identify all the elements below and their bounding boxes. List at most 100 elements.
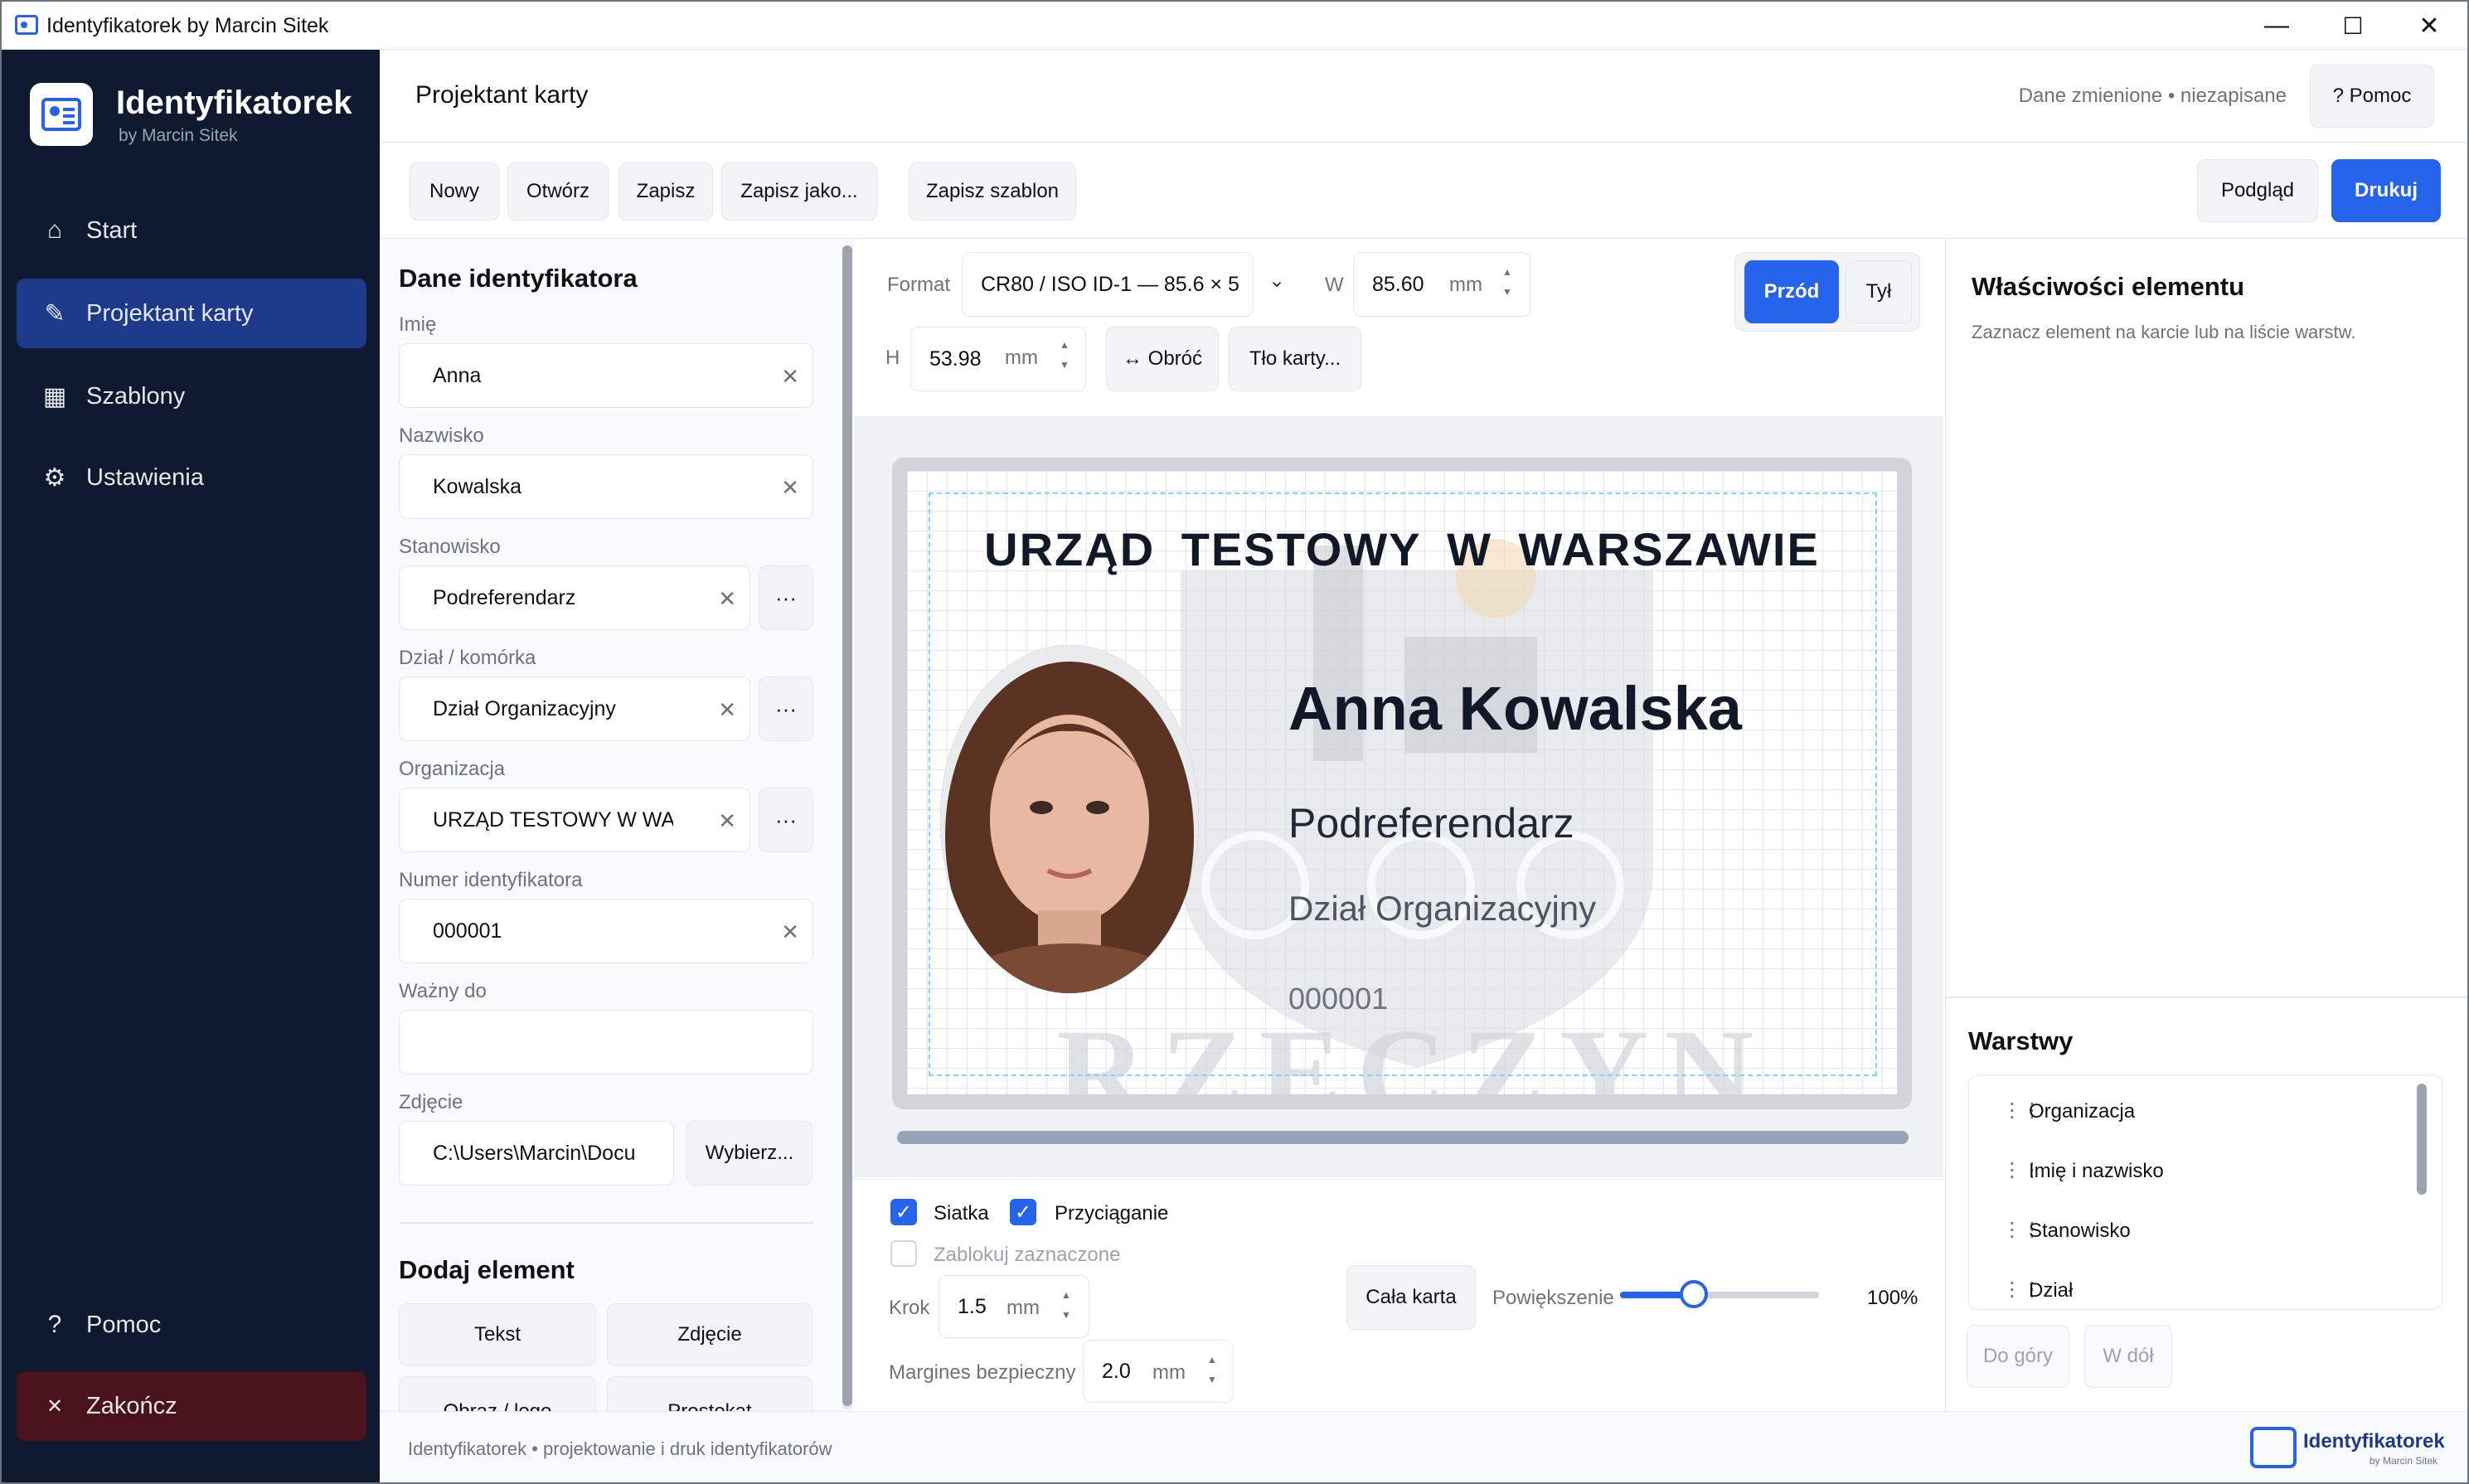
save-template-button[interactable]: Zapisz szablon xyxy=(909,162,1076,221)
lock-checkbox[interactable] xyxy=(890,1240,917,1267)
choose-photo-button[interactable]: Wybierz... xyxy=(686,1121,812,1186)
height-value: 53.98 xyxy=(929,347,982,371)
close-button[interactable]: ✕ xyxy=(2391,2,2467,50)
clear-icon[interactable]: ✕ xyxy=(781,475,799,501)
lock-label: Zablokuj zaznaczone xyxy=(934,1244,1121,1266)
step-value: 1.5 xyxy=(958,1294,987,1318)
app-window: Identyfikatorek by Marcin Sitek — ☐ ✕ Id… xyxy=(0,0,2469,1484)
brand-title: Identyfikatorek xyxy=(116,85,352,121)
id-number-value: 000001 xyxy=(433,919,502,943)
add-text-button[interactable]: Tekst xyxy=(399,1303,596,1366)
scrollbar-thumb[interactable] xyxy=(842,245,852,1406)
id-card-icon xyxy=(41,98,81,131)
margin-stepper[interactable]: ▲ ▼ xyxy=(1207,1355,1217,1385)
save-as-button[interactable]: Zapisz jako... xyxy=(721,162,877,221)
snap-label: Przyciąganie xyxy=(1055,1202,1169,1225)
snap-checkbox[interactable]: ✓ xyxy=(1010,1199,1036,1225)
layer-item[interactable]: Imię i nazwisko xyxy=(2029,1160,2164,1183)
department-more-button[interactable]: ··· xyxy=(759,677,813,741)
sidebar-item-quit[interactable]: ✕ Zakończ xyxy=(17,1371,366,1441)
first-name-field[interactable]: Anna ✕ xyxy=(399,343,813,408)
move-up-button[interactable]: Do góry xyxy=(1967,1325,2069,1388)
clear-icon[interactable]: ✕ xyxy=(718,808,736,834)
photo-path-field[interactable]: C:\Users\Marcin\Docu xyxy=(399,1121,674,1186)
sidebar-item-templates[interactable]: ▦ Szablony xyxy=(17,361,366,431)
sidebar-item-start[interactable]: ⌂ Start xyxy=(17,196,366,265)
first-name-value: Anna xyxy=(433,363,482,387)
pencil-icon: ✎ xyxy=(44,299,65,327)
sidebar-item-label: Projektant karty xyxy=(86,299,254,327)
sidebar-item-label: Pomoc xyxy=(86,1311,162,1338)
height-stepper[interactable]: ▲ ▼ xyxy=(1060,340,1070,370)
minimize-button[interactable]: — xyxy=(2239,2,2315,50)
layers-scrollbar[interactable] xyxy=(2417,1084,2427,1195)
clear-icon[interactable]: ✕ xyxy=(718,586,736,612)
clear-icon[interactable]: ✕ xyxy=(718,697,736,723)
step-stepper[interactable]: ▲ ▼ xyxy=(1061,1290,1071,1320)
format-select[interactable]: CR80 / ISO ID-1 — 85.6 × 5 xyxy=(962,252,1254,317)
position-field[interactable]: Podreferendarz ✕ xyxy=(399,565,750,630)
organization-more-button[interactable]: ··· xyxy=(759,788,813,852)
valid-until-field[interactable] xyxy=(399,1010,813,1074)
zoom-slider-handle[interactable] xyxy=(1679,1280,1708,1308)
footer-text: Identyfikatorek • projektowanie i druk i… xyxy=(408,1438,832,1459)
chevron-down-icon[interactable]: ⌄ xyxy=(1268,269,1285,293)
layers-list: ⋮⋮ Organizacja ⋮⋮ Imię i nazwisko ⋮⋮ Sta… xyxy=(1968,1074,2442,1310)
department-value: Dział Organizacyjny xyxy=(433,696,616,720)
whole-card-button[interactable]: Cała karta xyxy=(1346,1265,1476,1330)
zoom-value: 100% xyxy=(1867,1287,1918,1309)
divider xyxy=(399,1222,813,1224)
front-side-button[interactable]: Przód xyxy=(1744,260,1839,323)
window-title: Identyfikatorek by Marcin Sitek xyxy=(46,14,329,37)
add-photo-button[interactable]: Zdjęcie xyxy=(607,1303,812,1366)
clear-icon[interactable]: ✕ xyxy=(781,919,799,945)
valid-until-label: Ważny do xyxy=(399,980,487,1002)
grid-icon: ▦ xyxy=(42,382,67,410)
layer-item[interactable]: Stanowisko xyxy=(2029,1220,2131,1243)
clear-icon[interactable]: ✕ xyxy=(781,364,799,390)
layer-item[interactable]: Organizacja xyxy=(2029,1100,2135,1123)
add-rectangle-button[interactable]: Prostokąt xyxy=(607,1376,812,1411)
new-button[interactable]: Nowy xyxy=(410,162,499,221)
save-status: Dane zmienione • niezapisane xyxy=(2018,85,2287,107)
sidebar-item-designer[interactable]: ✎ Projektant karty xyxy=(17,279,366,348)
position-more-button[interactable]: ··· xyxy=(759,565,813,630)
move-down-button[interactable]: W dół xyxy=(2084,1325,2172,1388)
department-field[interactable]: Dział Organizacyjny ✕ xyxy=(399,677,750,741)
last-name-field[interactable]: Kowalska ✕ xyxy=(399,454,813,519)
back-side-button[interactable]: Tył xyxy=(1846,260,1912,323)
title-bar: Identyfikatorek by Marcin Sitek — ☐ ✕ xyxy=(2,2,2467,50)
sidebar-item-label: Start xyxy=(86,216,138,244)
format-label: Format xyxy=(887,274,951,296)
grid-checkbox[interactable]: ✓ xyxy=(890,1199,917,1225)
preview-button[interactable]: Podgląd xyxy=(2197,159,2318,222)
zoom-slider[interactable] xyxy=(1620,1280,1819,1308)
divider xyxy=(1945,997,2467,998)
sidebar-item-help[interactable]: ? Pomoc xyxy=(17,1290,366,1360)
properties-title: Właściwości elementu xyxy=(1972,272,2245,301)
layer-item[interactable]: Dział xyxy=(2029,1279,2073,1302)
add-image-button[interactable]: Obraz / logo xyxy=(399,1376,596,1411)
id-number-field[interactable]: 000001 ✕ xyxy=(399,899,813,963)
width-unit: mm xyxy=(1449,274,1482,296)
maximize-button[interactable]: ☐ xyxy=(2315,2,2391,50)
open-button[interactable]: Otwórz xyxy=(507,162,609,221)
organization-field[interactable]: URZĄD TESTOWY W WAF ✕ xyxy=(399,788,750,852)
format-value: CR80 / ISO ID-1 — 85.6 × 5 xyxy=(981,272,1239,296)
card-background-button[interactable]: Tło karty... xyxy=(1229,327,1361,391)
page-header: Projektant karty Dane zmienione • niezap… xyxy=(380,50,2467,143)
position-value: Podreferendarz xyxy=(433,585,576,609)
canvas-h-scrollbar[interactable] xyxy=(897,1131,1909,1144)
photo-label: Zdjęcie xyxy=(399,1091,463,1113)
help-button[interactable]: ? Pomoc xyxy=(2310,65,2434,128)
organization-value: URZĄD TESTOWY W WAF xyxy=(433,807,673,832)
width-stepper[interactable]: ▲ ▼ xyxy=(1502,267,1512,297)
sidebar: Identyfikatorek by Marcin Sitek ⌂ Start … xyxy=(2,50,380,1482)
save-button[interactable]: Zapisz xyxy=(618,162,713,221)
photo-path-value: C:\Users\Marcin\Docu xyxy=(433,1141,636,1165)
close-icon: ✕ xyxy=(46,1394,64,1418)
rotate-button[interactable]: ↔ Obróć xyxy=(1106,327,1219,391)
print-button[interactable]: Drukuj xyxy=(2331,159,2441,222)
sidebar-item-settings[interactable]: ⚙ Ustawienia xyxy=(17,443,366,512)
left-panel-scrollbar[interactable] xyxy=(842,245,852,1409)
